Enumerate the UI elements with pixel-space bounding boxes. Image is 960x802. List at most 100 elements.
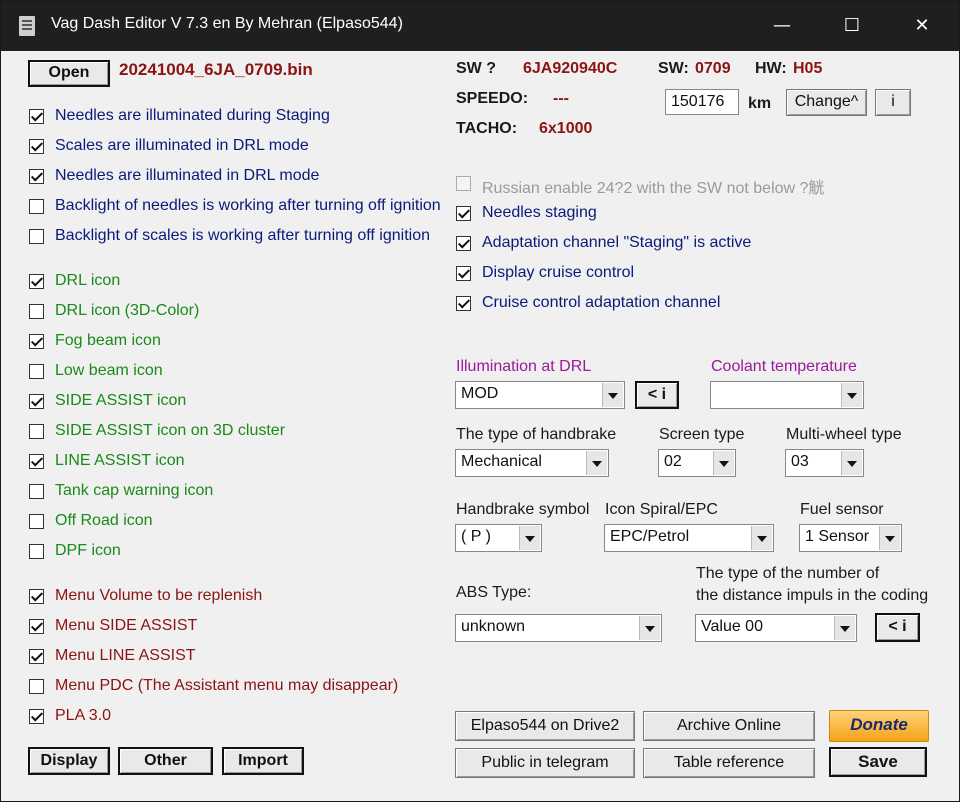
sw-question-label: SW ? bbox=[456, 60, 496, 77]
checkbox-box[interactable] bbox=[29, 229, 44, 244]
sw-value: 0709 bbox=[695, 60, 731, 77]
illumination-label: Illumination at DRL bbox=[456, 358, 592, 375]
checkbox-box[interactable] bbox=[456, 206, 471, 221]
distance-info-button[interactable]: < i bbox=[875, 613, 920, 642]
checkbox-label: LINE ASSIST icon bbox=[55, 452, 185, 469]
km-unit-label: km bbox=[748, 95, 772, 112]
illumination-select[interactable]: MOD bbox=[455, 381, 625, 409]
chevron-down-icon[interactable] bbox=[879, 526, 900, 550]
import-button[interactable]: Import bbox=[222, 747, 304, 775]
telegram-button[interactable]: Public in telegram bbox=[455, 748, 635, 778]
save-button[interactable]: Save bbox=[829, 747, 927, 777]
speedo-label: SPEEDO: bbox=[456, 90, 529, 107]
checkbox-label: SIDE ASSIST icon bbox=[55, 392, 187, 409]
coolant-select[interactable] bbox=[710, 381, 864, 409]
select-value: unknown bbox=[461, 618, 526, 635]
handbrake-type-select[interactable]: Mechanical bbox=[455, 449, 609, 477]
checkbox-label: Fog beam icon bbox=[55, 332, 161, 349]
maximize-button[interactable]: ☐ bbox=[817, 1, 887, 51]
chevron-down-icon[interactable] bbox=[639, 616, 660, 640]
checkbox-label: DRL icon bbox=[55, 272, 121, 289]
checkbox-box[interactable] bbox=[456, 296, 471, 311]
checkbox-box[interactable] bbox=[29, 169, 44, 184]
chevron-down-icon[interactable] bbox=[713, 451, 734, 475]
chevron-down-icon[interactable] bbox=[841, 383, 862, 407]
checkbox-box[interactable] bbox=[29, 589, 44, 604]
checkbox-box[interactable] bbox=[29, 334, 44, 349]
checkbox-label: Menu Volume to be replenish bbox=[55, 587, 263, 604]
handbrake-symbol-select[interactable]: ( P ) bbox=[455, 524, 542, 552]
checkbox-box[interactable] bbox=[29, 304, 44, 319]
screen-type-label: Screen type bbox=[659, 426, 745, 443]
select-value: Value 00 bbox=[701, 618, 763, 635]
chevron-down-icon[interactable] bbox=[841, 451, 862, 475]
checkbox-label: Russian enable 24?2 with the SW not belo… bbox=[482, 180, 825, 197]
checkbox-label: Menu PDC (The Assistant menu may disappe… bbox=[55, 677, 399, 694]
checkbox-box[interactable] bbox=[29, 424, 44, 439]
distance-impuls-label-2: the distance impuls in the coding bbox=[696, 587, 929, 604]
change-button[interactable]: Change^ bbox=[786, 89, 867, 116]
checkbox-label: PLA 3.0 bbox=[55, 707, 112, 724]
chevron-down-icon[interactable] bbox=[602, 383, 623, 407]
checkbox-box[interactable] bbox=[456, 266, 471, 281]
spiral-epc-label: Icon Spiral/EPC bbox=[605, 501, 718, 518]
checkbox-box[interactable] bbox=[29, 649, 44, 664]
tacho-label: TACHO: bbox=[456, 120, 518, 137]
km-input[interactable]: 150176 bbox=[665, 89, 739, 115]
info-button[interactable]: i bbox=[875, 89, 911, 116]
checkbox-box[interactable] bbox=[29, 709, 44, 724]
table-reference-button[interactable]: Table reference bbox=[643, 748, 815, 778]
abs-type-select[interactable]: unknown bbox=[455, 614, 662, 642]
checkbox-label: SIDE ASSIST icon on 3D cluster bbox=[55, 422, 286, 439]
coolant-label: Coolant temperature bbox=[711, 358, 857, 375]
screen-type-select[interactable]: 02 bbox=[658, 449, 736, 477]
checkbox-box[interactable] bbox=[29, 364, 44, 379]
illumination-info-button[interactable]: < i bbox=[635, 381, 679, 409]
checkbox-box[interactable] bbox=[29, 484, 44, 499]
chevron-down-icon[interactable] bbox=[586, 451, 607, 475]
checkbox-label: DRL icon (3D-Color) bbox=[55, 302, 200, 319]
multiwheel-select[interactable]: 03 bbox=[785, 449, 864, 477]
archive-online-button[interactable]: Archive Online bbox=[643, 711, 815, 741]
fuel-sensor-select[interactable]: 1 Sensor bbox=[799, 524, 902, 552]
chevron-down-icon[interactable] bbox=[519, 526, 540, 550]
checkbox-label: Adaptation channel "Staging" is active bbox=[482, 234, 752, 251]
checkbox-label: Needles are illuminated in DRL mode bbox=[55, 167, 320, 184]
minimize-button[interactable]: — bbox=[747, 1, 817, 51]
open-button[interactable]: Open bbox=[28, 60, 110, 87]
checkbox-box[interactable] bbox=[29, 139, 44, 154]
handbrake-symbol-label: Handbrake symbol bbox=[456, 501, 590, 518]
checkbox-box[interactable] bbox=[29, 394, 44, 409]
checkbox-box[interactable] bbox=[29, 454, 44, 469]
distance-impuls-select[interactable]: Value 00 bbox=[695, 614, 857, 642]
checkbox-box[interactable] bbox=[29, 679, 44, 694]
handbrake-type-label: The type of handbrake bbox=[456, 426, 617, 443]
checkbox-box[interactable] bbox=[29, 109, 44, 124]
select-value: 03 bbox=[791, 453, 809, 470]
multiwheel-label: Multi-wheel type bbox=[786, 426, 902, 443]
checkbox-box[interactable] bbox=[29, 274, 44, 289]
checkbox-box[interactable] bbox=[456, 236, 471, 251]
select-value: EPC/Petrol bbox=[610, 528, 690, 545]
chevron-down-icon[interactable] bbox=[834, 616, 855, 640]
hw-label: HW: bbox=[755, 60, 787, 77]
select-value: 02 bbox=[664, 453, 682, 470]
title-bar: Vag Dash Editor V 7.3 en By Mehran (Elpa… bbox=[1, 1, 959, 51]
display-button[interactable]: Display bbox=[28, 747, 110, 775]
spiral-epc-select[interactable]: EPC/Petrol bbox=[604, 524, 774, 552]
drive2-button[interactable]: Elpaso544 on Drive2 bbox=[455, 711, 635, 741]
checkbox-box[interactable] bbox=[29, 514, 44, 529]
checkbox-label: Off Road icon bbox=[55, 512, 153, 529]
checkbox-box[interactable] bbox=[29, 544, 44, 559]
other-button[interactable]: Other bbox=[118, 747, 213, 775]
checkbox-label: DPF icon bbox=[55, 542, 121, 559]
chevron-down-icon[interactable] bbox=[751, 526, 772, 550]
donate-button[interactable]: Donate bbox=[829, 710, 929, 742]
checkbox-label: Needles are illuminated during Staging bbox=[55, 107, 330, 124]
checkbox-box[interactable] bbox=[29, 619, 44, 634]
checkbox-label: Menu SIDE ASSIST bbox=[55, 617, 198, 634]
hw-value: H05 bbox=[793, 60, 823, 77]
close-button[interactable]: ✕ bbox=[887, 1, 957, 51]
checkbox-label: Backlight of scales is working after tur… bbox=[55, 227, 431, 244]
checkbox-box[interactable] bbox=[29, 199, 44, 214]
